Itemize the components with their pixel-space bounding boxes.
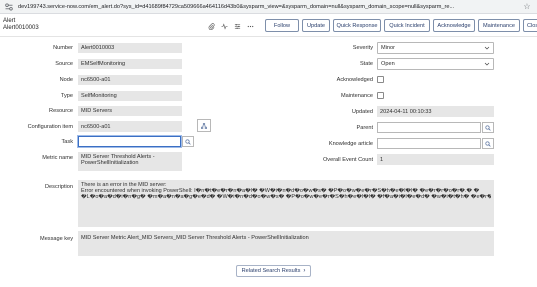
configuration-item-field[interactable]: nc6500-a01 (78, 121, 182, 132)
updated-label: Updated (351, 109, 373, 115)
description-field[interactable]: There is an error in the MID server: Err… (78, 180, 494, 227)
header-icon-group (205, 20, 257, 32)
form-header: Alert Alert0010003 Follow Update Quick R… (0, 15, 537, 37)
severity-label: Severity (352, 45, 373, 51)
type-label: Type (60, 93, 73, 99)
type-field[interactable]: SelfMonitoring (78, 91, 182, 101)
source-label: Source (55, 61, 73, 67)
more-icon[interactable] (244, 20, 257, 32)
severity-select[interactable]: Minor (377, 42, 494, 54)
settings-sliders-icon[interactable] (231, 20, 244, 32)
metric-name-label: Metric name (42, 155, 73, 161)
updated-field[interactable]: 2024-04-11 00:10:33 (377, 106, 494, 117)
search-icon (485, 124, 491, 131)
related-search-results-label: Related Search Results (241, 268, 301, 274)
chevron-down-icon (484, 61, 490, 67)
acknowledge-button[interactable]: Acknowledge (433, 19, 475, 32)
related-search-results-button[interactable]: Related Search Results › (236, 265, 311, 277)
metric-name-field[interactable]: MID Server Threshold Alerts - PowerShell… (78, 152, 182, 171)
chevron-down-icon (484, 45, 490, 51)
state-label: State (359, 61, 373, 67)
knowledge-article-label: Knowledge article (328, 141, 373, 147)
follow-button[interactable]: Follow (265, 19, 299, 32)
maintenance-button[interactable]: Maintenance (478, 19, 520, 32)
search-icon (485, 140, 491, 147)
activity-icon[interactable] (218, 20, 231, 32)
configuration-item-label: Configuration item (27, 124, 73, 130)
description-label: Description (45, 184, 73, 190)
quick-response-button[interactable]: Quick Response (333, 19, 381, 32)
chevron-right-icon: › (303, 268, 306, 274)
knowledge-article-lookup-button[interactable] (482, 138, 494, 149)
quick-incident-button[interactable]: Quick Incident (384, 19, 430, 32)
paperclip-icon[interactable] (205, 20, 218, 32)
source-field[interactable]: EMSelfMonitoring (78, 59, 182, 69)
acknowledged-label: Acknowledged (336, 77, 373, 83)
node-field[interactable]: nc6500-a01 (78, 75, 182, 85)
update-button[interactable]: Update (302, 19, 330, 32)
knowledge-article-input[interactable] (377, 138, 481, 149)
search-icon (185, 138, 191, 145)
task-label: Task (61, 139, 73, 145)
close-button[interactable]: Clos (523, 19, 537, 32)
maintenance-label: Maintenance (340, 93, 373, 99)
task-input[interactable] (78, 136, 181, 147)
state-value: Open (381, 61, 395, 67)
state-select[interactable]: Open (377, 58, 494, 70)
parent-lookup-button[interactable] (482, 122, 494, 133)
description-line: �L�o�a�d�i�n�g� �m�a�n�a�g�e�d� �W�i�n�d… (81, 194, 491, 201)
resource-field[interactable]: MID Servers (78, 106, 182, 116)
bookmark-star-icon[interactable]: ☆ (521, 1, 533, 13)
page-title: Alert Alert0010003 (3, 18, 39, 32)
message-key-label: Message key (40, 236, 73, 242)
parent-label: Parent (356, 125, 373, 131)
resource-label: Resource (49, 108, 73, 114)
parent-input[interactable] (377, 122, 481, 133)
overall-event-count-field[interactable]: 1 (377, 154, 494, 165)
maintenance-checkbox[interactable] (377, 92, 384, 99)
ci-hierarchy-button[interactable] (197, 119, 211, 132)
severity-value: Minor (381, 45, 395, 51)
hierarchy-icon (201, 122, 207, 129)
site-info-icon[interactable] (4, 2, 14, 12)
overall-event-count-label: Overall Event Count (322, 157, 373, 163)
record-table-name: Alert (3, 18, 16, 24)
message-key-field[interactable]: MID Server Metric Alert_MID Servers_MID … (78, 231, 494, 256)
number-field[interactable]: Alert0010003 (78, 43, 182, 53)
url-text[interactable]: dev199743.service-now.com/em_alert.do?sy… (18, 4, 517, 10)
number-label: Number (53, 45, 73, 51)
record-number: Alert0010003 (3, 25, 39, 31)
task-lookup-button[interactable] (182, 136, 194, 147)
browser-address-bar[interactable]: dev199743.service-now.com/em_alert.do?sy… (0, 0, 537, 14)
node-label: Node (59, 77, 73, 83)
acknowledged-checkbox[interactable] (377, 76, 384, 83)
